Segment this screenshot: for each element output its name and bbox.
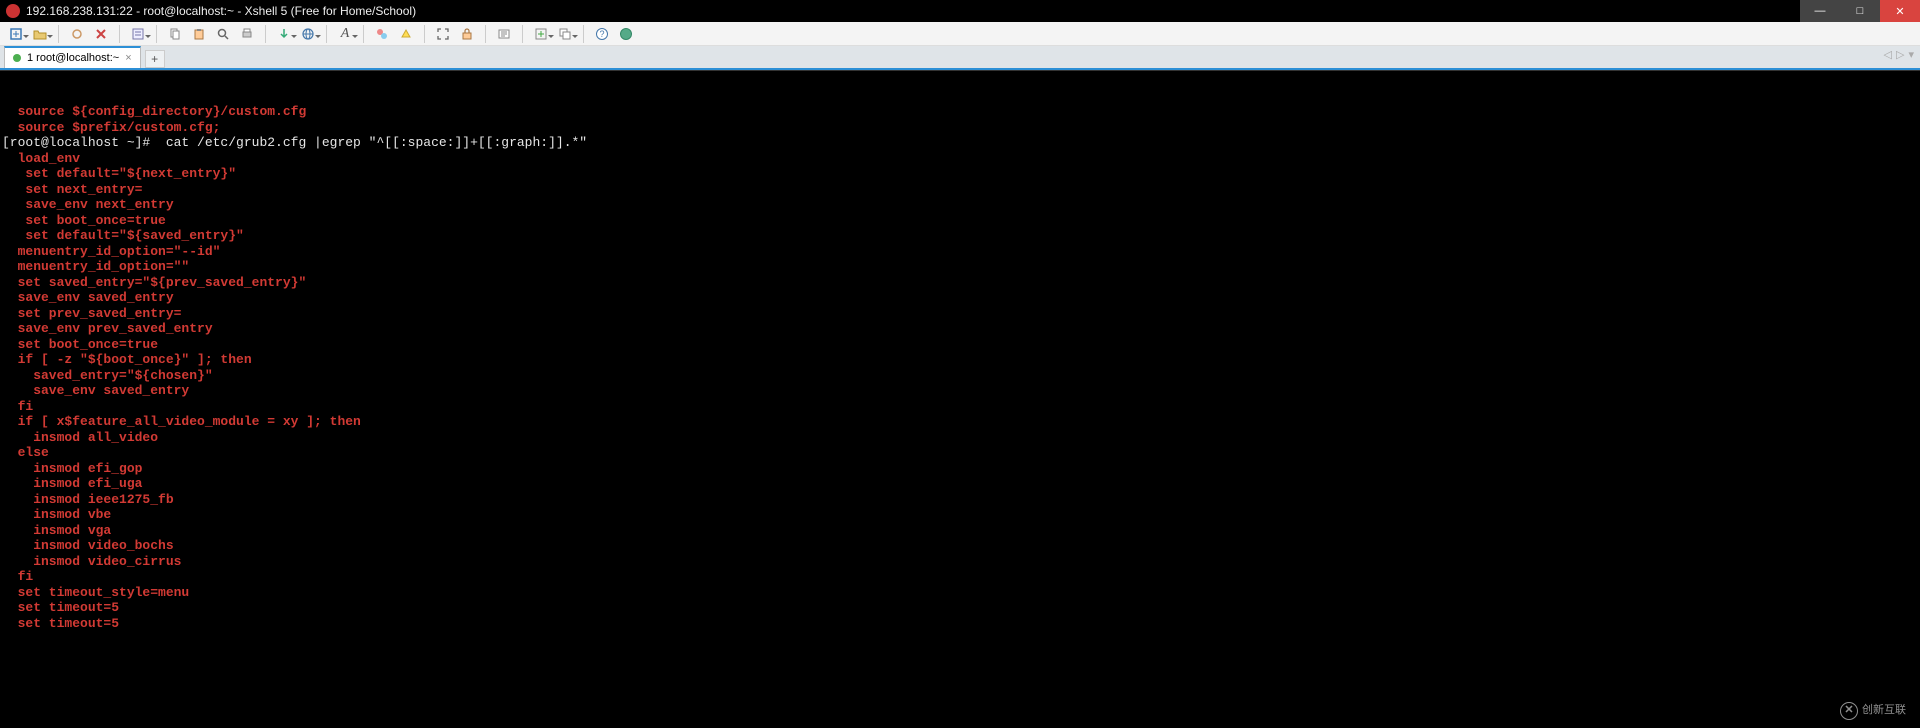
help-button[interactable]: ? [592,24,612,44]
session-tab-label: 1 root@localhost:~ [27,52,119,64]
toolbar-separator [522,25,523,43]
terminal-line: save_env saved_entry [2,383,1918,399]
session-tabbar: 1 root@localhost:~ × + ◁ ▷ ▾ [0,46,1920,70]
reconnect-button[interactable] [67,24,87,44]
copy-button[interactable] [165,24,185,44]
print-button[interactable] [237,24,257,44]
log-button[interactable] [494,24,514,44]
connection-status-icon [13,54,21,62]
terminal-line: insmod video_bochs [2,538,1918,554]
about-button[interactable] [616,24,636,44]
terminal-line: saved_entry="${chosen}" [2,368,1918,384]
fullscreen-button[interactable] [433,24,453,44]
session-tab[interactable]: 1 root@localhost:~ × [4,46,141,68]
terminal-line: save_env prev_saved_entry [2,321,1918,337]
color-scheme-button[interactable] [372,24,392,44]
disconnect-button[interactable] [91,24,111,44]
terminal-line: source ${config_directory}/custom.cfg [2,104,1918,120]
highlight-button[interactable] [396,24,416,44]
terminal-line: set saved_entry="${prev_saved_entry}" [2,275,1918,291]
watermark: ✕ 创新互联 [1840,702,1906,720]
watermark-text: 创新互联 [1862,703,1906,719]
tab-nav: ◁ ▷ ▾ [1884,48,1914,61]
terminal-line: [root@localhost ~]# cat /etc/grub2.cfg |… [2,135,1918,151]
terminal-line: fi [2,399,1918,415]
terminal-line: set default="${next_entry}" [2,166,1918,182]
toolbar-separator [58,25,59,43]
paste-button[interactable] [189,24,209,44]
terminal-line: insmod efi_gop [2,461,1918,477]
terminal-line: insmod efi_uga [2,476,1918,492]
close-button[interactable]: ✕ [1880,0,1920,22]
terminal-line: else [2,445,1918,461]
terminal-line: fi [2,569,1918,585]
svg-text:?: ? [599,29,604,39]
terminal-line: set timeout=5 [2,600,1918,616]
minimize-button[interactable]: — [1800,0,1840,22]
terminal-line: insmod ieee1275_fb [2,492,1918,508]
terminal-line: menuentry_id_option="" [2,259,1918,275]
terminal-line: if [ x$feature_all_video_module = xy ]; … [2,414,1918,430]
terminal-line: if [ -z "${boot_once}" ]; then [2,352,1918,368]
terminal-line: save_env next_entry [2,197,1918,213]
terminal-line: save_env saved_entry [2,290,1918,306]
tab-nav-menu-icon[interactable]: ▾ [1908,48,1914,61]
terminal-line: insmod all_video [2,430,1918,446]
tab-nav-right-icon[interactable]: ▷ [1896,48,1904,61]
tab-close-icon[interactable]: × [125,52,131,64]
toolbar-separator [156,25,157,43]
terminal-line: insmod vga [2,523,1918,539]
toolbar-separator [326,25,327,43]
toolbar-separator [265,25,266,43]
open-button[interactable] [30,24,50,44]
new-session-button[interactable] [6,24,26,44]
toolbar-separator [119,25,120,43]
toolbar-separator [583,25,584,43]
add-button[interactable] [531,24,551,44]
terminal-line: set timeout=5 [2,616,1918,632]
terminal-output[interactable]: source ${config_directory}/custom.cfg so… [0,70,1920,728]
font-button[interactable]: A [335,24,355,44]
toolbar-separator [424,25,425,43]
window-titlebar: 192.168.238.131:22 - root@localhost:~ - … [0,0,1920,22]
terminal-line: load_env [2,151,1918,167]
web-button[interactable] [298,24,318,44]
terminal-line: set next_entry= [2,182,1918,198]
tab-nav-left-icon[interactable]: ◁ [1884,48,1892,61]
file-transfer-button[interactable] [274,24,294,44]
properties-button[interactable] [128,24,148,44]
window-controls: — □ ✕ [1800,0,1920,22]
terminal-line: insmod video_cirrus [2,554,1918,570]
terminal-line: set boot_once=true [2,337,1918,353]
lock-button[interactable] [457,24,477,44]
new-tab-button[interactable]: + [145,50,165,68]
terminal-line: menuentry_id_option="--id" [2,244,1918,260]
toolbar-separator [485,25,486,43]
terminal-line: set default="${saved_entry}" [2,228,1918,244]
cascade-button[interactable] [555,24,575,44]
terminal-line: set boot_once=true [2,213,1918,229]
terminal-line: set timeout_style=menu [2,585,1918,601]
terminal-line: insmod vbe [2,507,1918,523]
app-icon [6,4,20,18]
maximize-button[interactable]: □ [1840,0,1880,22]
terminal-line: source $prefix/custom.cfg; [2,120,1918,136]
main-toolbar: A ? [0,22,1920,46]
find-button[interactable] [213,24,233,44]
terminal-line: set prev_saved_entry= [2,306,1918,322]
window-title: 192.168.238.131:22 - root@localhost:~ - … [26,4,416,18]
watermark-icon: ✕ [1840,702,1858,720]
toolbar-separator [363,25,364,43]
